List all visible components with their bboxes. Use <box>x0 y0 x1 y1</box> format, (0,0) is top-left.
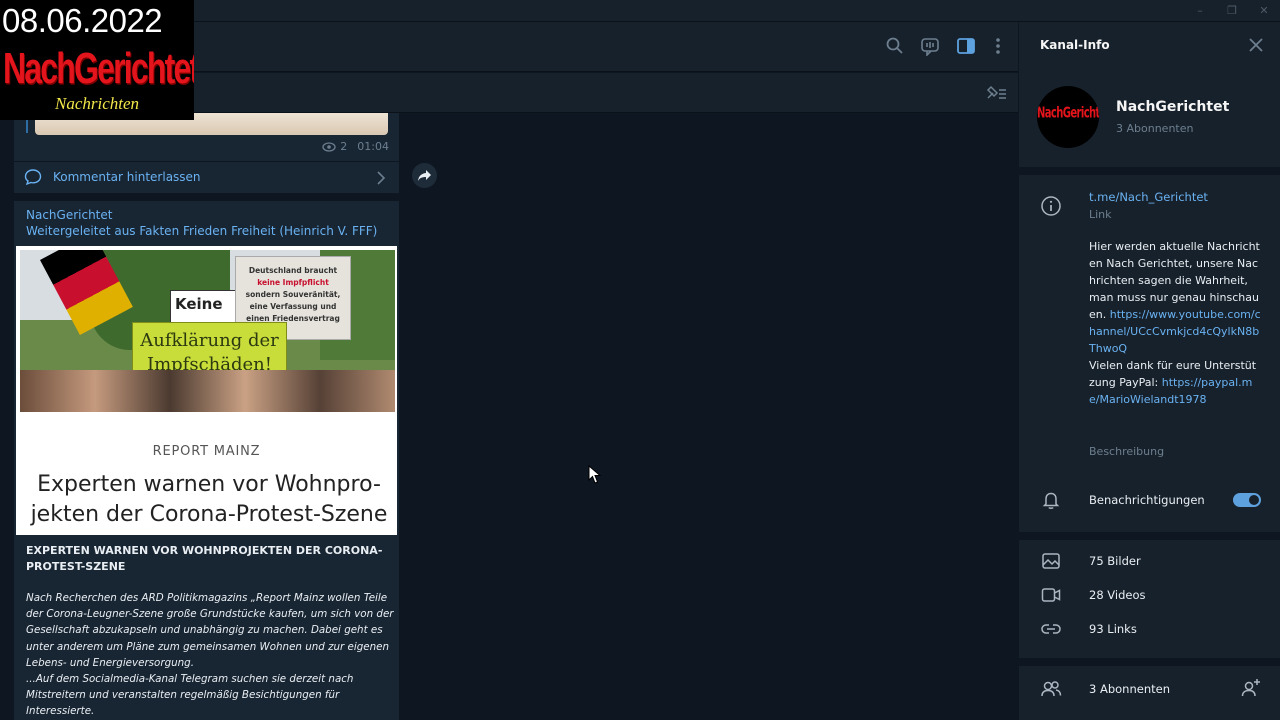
comment-icon <box>24 169 42 186</box>
panel-title: Kanal-Info <box>1040 38 1110 52</box>
telegram-window: – ❐ ✕ 08.06.2022 NachGerichtet Nachricht… <box>0 0 1280 720</box>
members-row[interactable]: 3 Abonnenten <box>1089 682 1170 696</box>
message-bubble-previous: 2 01:04 Kommentar hinterlassen <box>14 113 399 193</box>
sign-line-2: keine Impfpflicht <box>257 278 329 287</box>
voice-chat-icon[interactable] <box>920 36 940 56</box>
article-body: Nach Recherchen des ARD Politikmagazins … <box>26 592 394 718</box>
members-icon <box>1041 681 1062 697</box>
sign-line-4: eine Verfassung und <box>249 302 337 311</box>
sign-line-3: sondern Souveränität, <box>245 290 341 299</box>
preview-source: REPORT MAINZ <box>152 444 261 459</box>
notifications-label: Benachrichtigungen <box>1089 493 1205 507</box>
views-icon <box>322 141 336 152</box>
watermark-date: 08.06.2022 <box>2 2 163 39</box>
photos-row[interactable]: 75 Bilder <box>1089 554 1141 568</box>
links-row[interactable]: 93 Links <box>1089 622 1137 636</box>
message-sender[interactable]: NachGerichtet <box>26 208 112 222</box>
share-button[interactable] <box>412 163 437 188</box>
forwarded-from-label[interactable]: Weitergeleitet aus Fakten Frieden Freihe… <box>26 224 377 238</box>
info-icon <box>1041 196 1061 216</box>
message-bubble-forwarded: NachGerichtet Weitergeleitet aus Fakten … <box>14 201 399 720</box>
close-icon[interactable]: ✕ <box>1256 3 1272 19</box>
avatar[interactable]: NachGerichtet <box>1037 86 1099 148</box>
avatar-text: NachGerichtet <box>1037 105 1099 122</box>
channel-description: Hier werden aktuelle Nachrichten Nach Ge… <box>1089 238 1261 408</box>
add-member-icon[interactable] <box>1239 678 1261 700</box>
link-preview[interactable]: Keine Deutschland braucht keine Impfpfli… <box>14 244 399 537</box>
share-arrow-icon <box>418 170 431 181</box>
channel-name: NachGerichtet <box>1116 99 1230 115</box>
section-separator <box>1019 532 1280 540</box>
bell-icon <box>1042 492 1060 509</box>
minimize-icon[interactable]: – <box>1192 3 1208 19</box>
sign-line-1: Deutschland braucht <box>248 266 338 275</box>
pinned-list-icon[interactable] <box>984 83 1008 103</box>
description-caption: Beschreibung <box>1089 445 1165 458</box>
sidebar-toggle-icon[interactable] <box>956 36 976 56</box>
section-separator <box>1019 167 1280 175</box>
photo-icon <box>1042 553 1060 569</box>
video-icon <box>1041 588 1061 602</box>
more-icon[interactable] <box>988 36 1008 56</box>
channel-watermark-logo: 08.06.2022 NachGerichtet Nachrichten <box>0 0 194 120</box>
notifications-toggle[interactable] <box>1233 493 1261 507</box>
chevron-right-icon <box>377 171 386 185</box>
close-icon[interactable] <box>1248 37 1264 53</box>
channel-info-panel: Kanal-Info NachGerichtet NachGerichtet 3… <box>1019 22 1280 720</box>
channel-subscribers: 3 Abonnenten <box>1116 122 1194 135</box>
preview-title: Experten warnen vor Wohnpro-jekten der C… <box>30 472 388 527</box>
message-time: 01:04 <box>357 140 389 153</box>
preview-photo: Keine Deutschland braucht keine Impfpfli… <box>20 250 395 412</box>
link-icon <box>1041 624 1061 634</box>
search-icon[interactable] <box>885 36 905 56</box>
article-title: EXPERTEN WARNEN VOR WOHNPROJEKTEN DER CO… <box>26 544 383 573</box>
channel-link[interactable]: t.me/Nach_Gerichtet <box>1089 190 1208 204</box>
view-count: 2 <box>340 140 348 153</box>
link-caption: Link <box>1089 208 1112 221</box>
maximize-icon[interactable]: ❐ <box>1224 3 1240 19</box>
watermark-subtitle: Nachrichten <box>55 94 140 113</box>
videos-row[interactable]: 28 Videos <box>1089 588 1146 602</box>
section-separator <box>1019 658 1280 666</box>
comment-label: Kommentar hinterlassen <box>53 170 201 184</box>
message-meta: 2 01:04 <box>322 140 389 153</box>
mouse-cursor-icon <box>588 465 602 484</box>
comment-button[interactable]: Kommentar hinterlassen <box>14 162 399 193</box>
watermark-brand: NachGerichtet <box>3 44 194 93</box>
youtube-link[interactable]: https://www.youtube.com/channel/UCcCvmkj… <box>1089 308 1261 355</box>
